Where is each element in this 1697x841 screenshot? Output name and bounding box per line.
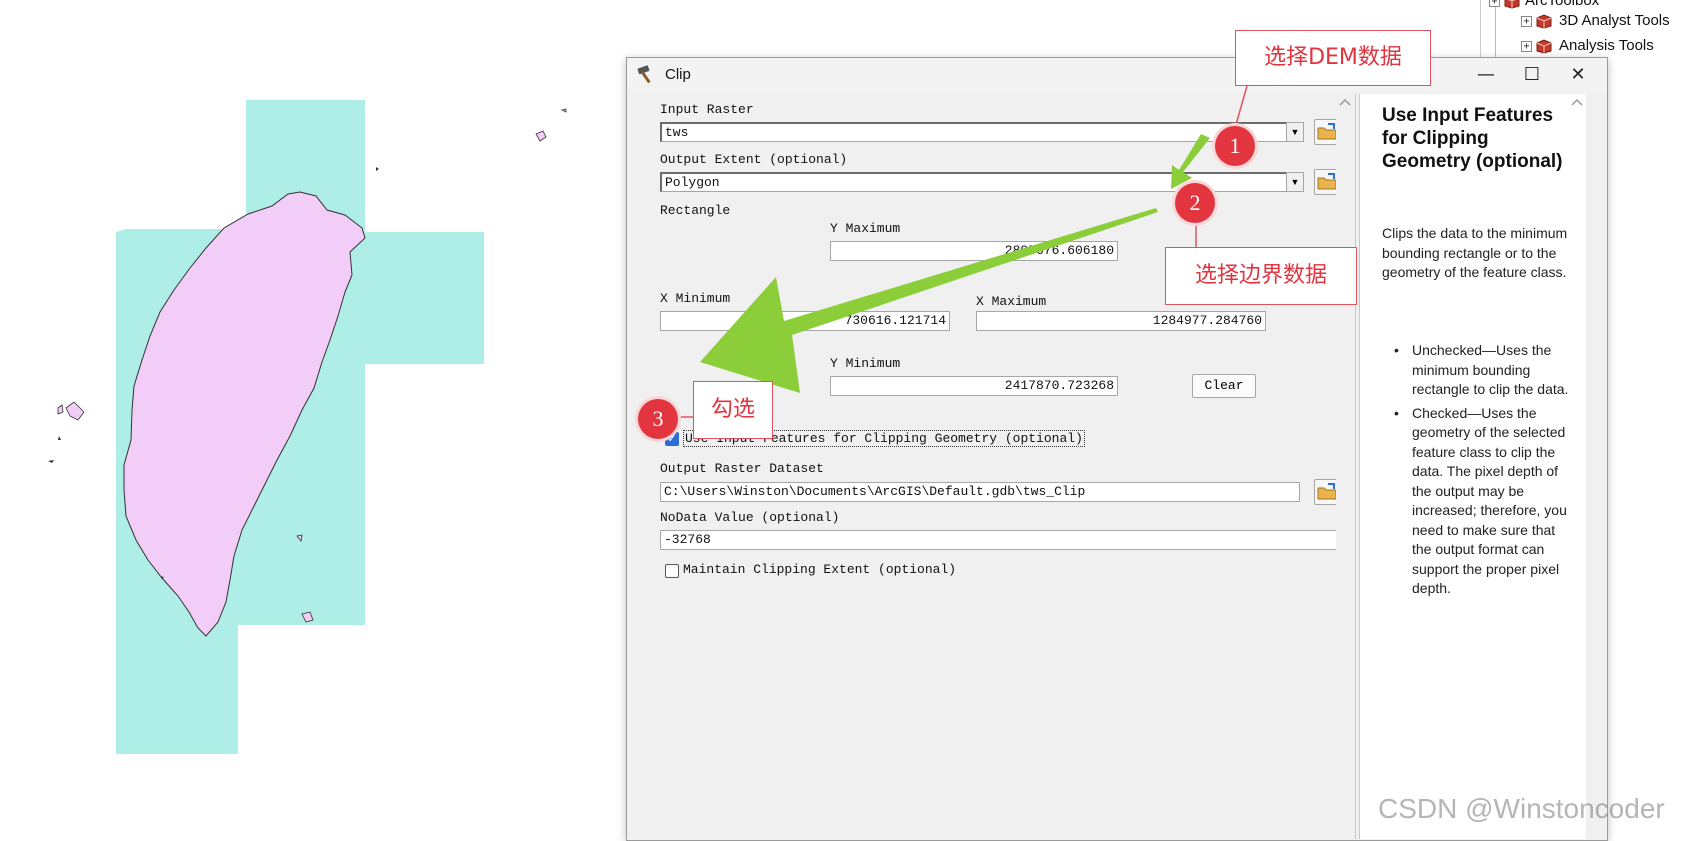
islet-dot-3: [48, 460, 54, 463]
dialog-title: Clip: [665, 66, 691, 83]
help-bullet-list: Unchecked—Uses the minimum bounding rect…: [1394, 341, 1572, 603]
output-raster-label: Output Raster Dataset: [660, 461, 824, 476]
toolbox-item-label: Analysis Tools: [1559, 37, 1654, 54]
y-minimum-label: Y Minimum: [830, 356, 901, 371]
y-minimum-field[interactable]: 2417870.723268: [830, 376, 1118, 396]
islet-dot: [376, 167, 379, 171]
scroll-up-icon[interactable]: [1568, 94, 1586, 112]
islet-penghu: [65, 401, 85, 421]
callout-select-boundary: 选择边界数据: [1165, 247, 1357, 305]
hammer-icon: [637, 65, 651, 84]
toolbox-icon: [1504, 0, 1520, 9]
toolbox-icon: [1536, 14, 1552, 29]
map-canvas[interactable]: [0, 0, 640, 839]
clip-dialog[interactable]: Clip — ☐ ✕ Input Raster tws ▼ Output Ext…: [626, 57, 1608, 841]
input-raster-dropdown[interactable]: ▼: [1286, 122, 1304, 142]
callout-check: 勾选: [693, 381, 773, 439]
maximize-button[interactable]: ☐: [1509, 61, 1555, 89]
islet-north-east: [535, 130, 547, 142]
islet-north-east-2: [560, 108, 567, 113]
help-scrollbar[interactable]: [1568, 94, 1586, 839]
toolbox-item-label: 3D Analyst Tools: [1559, 12, 1670, 29]
rectangle-label: Rectangle: [660, 203, 731, 218]
watermark: CSDN @Winstoncoder: [1378, 793, 1665, 824]
help-body: Clips the data to the minimum bounding r…: [1382, 225, 1568, 280]
toolbox-icon: [1536, 39, 1552, 54]
help-panel: Use Input Features for Clipping Geometry…: [1359, 94, 1586, 839]
input-raster-field[interactable]: tws: [660, 122, 1304, 142]
clear-button[interactable]: Clear: [1192, 374, 1256, 398]
close-button[interactable]: ✕: [1555, 61, 1601, 89]
nodata-field[interactable]: -32768: [660, 530, 1340, 550]
help-title: Use Input Features for Clipping Geometry…: [1382, 105, 1563, 172]
output-extent-label: Output Extent (optional): [660, 152, 848, 167]
input-raster-label: Input Raster: [660, 102, 754, 117]
islet-penghu-2: [57, 404, 64, 415]
x-maximum-field[interactable]: 1284977.284760: [976, 311, 1266, 331]
y-maximum-label: Y Maximum: [830, 221, 901, 236]
nodata-label: NoData Value (optional): [660, 510, 840, 525]
output-raster-field[interactable]: C:\Users\Winston\Documents\ArcGIS\Defaul…: [660, 482, 1300, 502]
help-bullet: Checked—Uses the geometry of the selecte…: [1394, 404, 1572, 599]
step-badge-2: 2: [1175, 183, 1215, 223]
callout-select-dem: 选择DEM数据: [1235, 30, 1431, 86]
maintain-extent-checkbox[interactable]: [665, 564, 679, 578]
expand-icon[interactable]: +: [1521, 16, 1532, 27]
output-extent-dropdown[interactable]: ▼: [1286, 172, 1304, 192]
step-badge-1: 1: [1215, 126, 1255, 166]
expand-icon[interactable]: +: [1521, 41, 1532, 52]
y-maximum-field[interactable]: 2895676.606180: [830, 241, 1118, 261]
dialog-titlebar[interactable]: Clip — ☐ ✕: [627, 58, 1607, 92]
expand-icon[interactable]: +: [1489, 0, 1500, 7]
step-badge-3: 3: [638, 399, 678, 439]
x-minimum-label: X Minimum: [660, 291, 731, 306]
minimize-button[interactable]: —: [1463, 61, 1509, 89]
parameters-panel[interactable]: Input Raster tws ▼ Output Extent (option…: [628, 94, 1356, 839]
maintain-extent-label[interactable]: Maintain Clipping Extent (optional): [683, 562, 956, 577]
x-maximum-label: X Maximum: [976, 294, 1047, 309]
help-bullet: Unchecked—Uses the minimum bounding rect…: [1394, 341, 1572, 400]
islet-dot-2: [58, 436, 61, 440]
x-minimum-field[interactable]: 730616.121714: [660, 311, 950, 331]
scroll-up-icon[interactable]: [1336, 94, 1354, 112]
params-scrollbar[interactable]: [1336, 94, 1354, 839]
